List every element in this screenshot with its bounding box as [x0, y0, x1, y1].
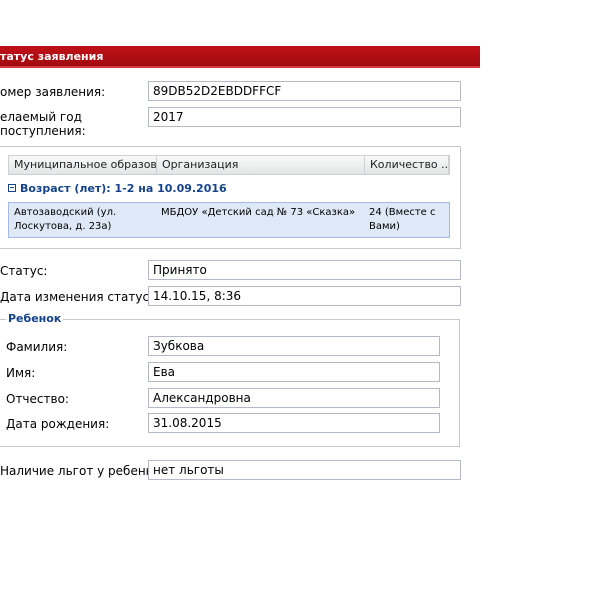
collapse-icon[interactable] — [8, 184, 16, 192]
surname-field[interactable]: Зубкова — [148, 336, 440, 356]
cell-organization: МБДОУ «Детский сад № 73 «Сказка» — [161, 207, 356, 218]
application-number-field[interactable]: 89DB52D2EBDDFFCF — [148, 81, 461, 101]
column-municipality[interactable]: Муниципальное образов... — [9, 156, 157, 174]
birthdate-field[interactable]: 31.08.2015 — [148, 413, 440, 433]
surname-label: Фамилия: — [6, 340, 68, 354]
status-date-field[interactable]: 14.10.15, 8:36 — [148, 286, 461, 306]
benefits-label: Наличие льгот у ребенка: — [0, 464, 165, 478]
status-label: Статус: — [0, 264, 48, 278]
panel-title: татус заявления — [0, 46, 480, 68]
column-count[interactable]: Количество ... — [365, 156, 449, 174]
column-organization[interactable]: Организация — [157, 156, 365, 174]
application-number-label: омер заявления: — [0, 85, 106, 99]
status-date-label: Дата изменения статуса: — [0, 290, 161, 304]
name-label: Имя: — [6, 366, 36, 380]
name-field[interactable]: Ева — [148, 362, 440, 382]
group-row[interactable]: Возраст (лет): 1-2 на 10.09.2016 — [8, 182, 448, 200]
cell-count: 24 (Вместе с Вами) — [369, 207, 436, 232]
cell-municipality: Автозаводский (ул. Лоскутова, д. 23а) — [14, 207, 117, 232]
patronymic-field[interactable]: Александровна — [148, 388, 440, 408]
status-field[interactable]: Принято — [148, 260, 461, 280]
patronymic-label: Отчество: — [6, 392, 69, 406]
desired-year-label: елаемый год поступления: — [0, 110, 86, 138]
group-label: Возраст (лет): 1-2 на 10.09.2016 — [20, 182, 227, 195]
table-row[interactable]: Автозаводский (ул. Лоскутова, д. 23а) МБ… — [8, 202, 450, 238]
child-legend: Ребенок — [6, 312, 64, 325]
grid-header: Муниципальное образов... Организация Кол… — [8, 155, 450, 175]
birthdate-label: Дата рождения: — [6, 417, 110, 431]
benefits-field[interactable]: нет льготы — [148, 460, 461, 480]
desired-year-field[interactable]: 2017 — [148, 107, 461, 127]
